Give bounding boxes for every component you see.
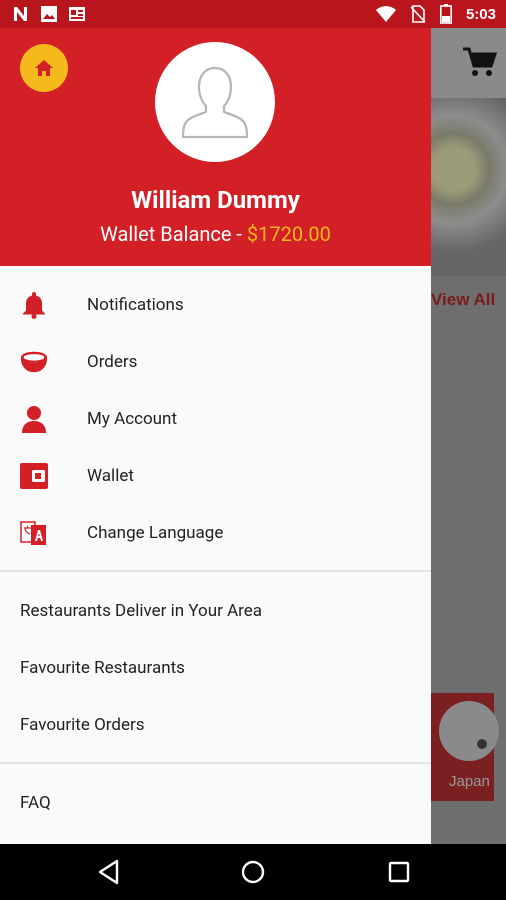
status-bar: 5:03 xyxy=(0,0,506,28)
background-toolbar xyxy=(431,28,506,98)
wifi-icon xyxy=(375,6,396,22)
navigation-drawer: William Dummy Wallet Balance - $1720.00 … xyxy=(0,28,431,844)
menu-item-wallet[interactable]: Wallet xyxy=(0,447,431,504)
home-button[interactable] xyxy=(20,44,68,92)
menu-item-label: Orders xyxy=(87,351,138,372)
menu-item-label: My Account xyxy=(87,408,178,429)
cuisine-label: Japan xyxy=(449,773,490,790)
home-circle-icon[interactable] xyxy=(239,858,267,886)
cuisine-image-dot xyxy=(477,739,487,749)
menu-item-label: Restaurants Deliver in Your Area xyxy=(20,600,263,621)
wallet-balance: Wallet Balance - $1720.00 xyxy=(0,222,431,246)
user-silhouette-icon xyxy=(181,66,249,139)
wallet-balance-amount: $1720.00 xyxy=(246,222,331,246)
menu-item-label: Change Language xyxy=(87,522,224,543)
back-icon[interactable] xyxy=(95,858,123,886)
status-bar-notifications xyxy=(12,5,86,23)
image-notification-icon xyxy=(41,6,57,22)
drawer-header: William Dummy Wallet Balance - $1720.00 xyxy=(0,28,431,266)
status-bar-system: 5:03 xyxy=(375,4,496,24)
bowl-icon xyxy=(20,348,48,376)
view-all-link: View All xyxy=(431,290,496,309)
system-nav-bar xyxy=(0,844,506,900)
person-icon xyxy=(20,405,48,433)
home-icon xyxy=(35,60,53,76)
status-time: 5:03 xyxy=(465,5,496,23)
menu-item-label: FAQ xyxy=(20,792,51,813)
battery-icon xyxy=(439,4,452,24)
recents-icon[interactable] xyxy=(385,858,413,886)
menu-item-faq[interactable]: FAQ xyxy=(0,774,431,831)
cart-icon xyxy=(463,47,497,76)
news-notification-icon xyxy=(69,7,85,21)
menu-item-my-account[interactable]: My Account xyxy=(0,390,431,447)
translate-icon xyxy=(20,519,48,547)
user-name: William Dummy xyxy=(131,186,300,214)
background-food-banner xyxy=(431,98,506,276)
menu-item-orders[interactable]: Orders xyxy=(0,333,431,390)
background-cuisine-tile: Japan xyxy=(431,693,499,801)
bell-icon xyxy=(20,291,48,319)
menu-item-restaurants-in-area[interactable]: Restaurants Deliver in Your Area xyxy=(0,582,431,639)
avatar[interactable] xyxy=(155,42,275,162)
menu-item-label: Favourite Orders xyxy=(20,714,145,735)
menu-item-label: Favourite Restaurants xyxy=(20,657,185,678)
menu-item-notifications[interactable]: Notifications xyxy=(0,276,431,333)
wallet-balance-label: Wallet Balance - xyxy=(100,222,247,246)
menu-divider xyxy=(0,570,431,572)
no-sim-icon xyxy=(410,5,426,23)
menu-item-favourite-restaurants[interactable]: Favourite Restaurants xyxy=(0,639,431,696)
n-notification-icon xyxy=(14,7,27,21)
menu-divider xyxy=(0,762,431,764)
menu-item-favourite-orders[interactable]: Favourite Orders xyxy=(0,696,431,753)
menu-item-label: Notifications xyxy=(87,294,184,315)
menu-item-label: Wallet xyxy=(87,465,134,486)
wallet-icon xyxy=(20,462,48,490)
background-app: View All Japan xyxy=(431,28,506,844)
cuisine-image xyxy=(439,701,499,761)
menu-item-change-language[interactable]: Change Language xyxy=(0,504,431,561)
